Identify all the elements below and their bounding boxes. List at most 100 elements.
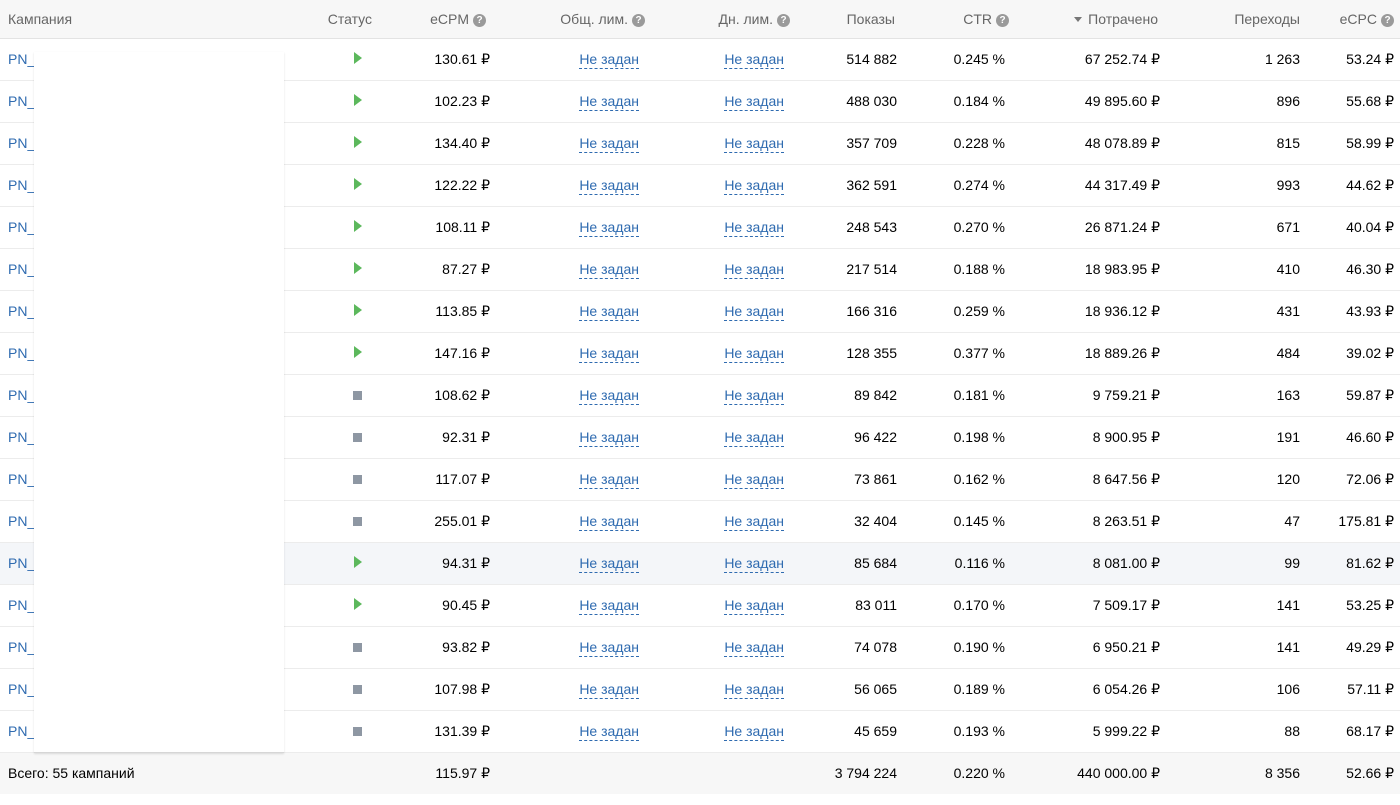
play-icon[interactable]: [354, 178, 362, 190]
stop-icon[interactable]: [353, 517, 362, 526]
daily-limit-link[interactable]: Не задан: [724, 513, 784, 531]
total-limit-link[interactable]: Не задан: [579, 513, 639, 531]
daily-limit-link[interactable]: Не задан: [724, 177, 784, 195]
total-limit-link[interactable]: Не задан: [579, 597, 639, 615]
question-circle-icon[interactable]: ?: [1381, 13, 1394, 27]
total-limit-link[interactable]: Не задан: [579, 135, 639, 153]
campaign-link[interactable]: PN_: [8, 261, 35, 277]
col-header-ecpc[interactable]: eCPC?: [1315, 0, 1400, 38]
ecpc-cell: 72.06 ₽: [1346, 470, 1394, 487]
col-header-ecpm[interactable]: eCPM?: [380, 0, 500, 38]
play-icon[interactable]: [354, 94, 362, 106]
question-circle-icon[interactable]: ?: [777, 13, 790, 27]
campaign-link[interactable]: PN_: [8, 345, 35, 361]
play-icon[interactable]: [354, 220, 362, 232]
col-header-campaign[interactable]: Кампания: [0, 0, 290, 38]
col-header-total-limit[interactable]: Общ. лим.?: [500, 0, 655, 38]
campaign-link[interactable]: PN_: [8, 681, 35, 697]
play-icon[interactable]: [354, 598, 362, 610]
daily-limit-link[interactable]: Не задан: [724, 51, 784, 69]
col-header-impressions[interactable]: Показы: [800, 0, 930, 38]
col-header-spent[interactable]: Потрачено: [1025, 0, 1195, 38]
col-header-ctr[interactable]: CTR?: [930, 0, 1025, 38]
daily-limit-link[interactable]: Не задан: [724, 639, 784, 657]
status-cell: [290, 206, 380, 248]
stop-icon[interactable]: [353, 391, 362, 400]
campaign-link[interactable]: PN_: [8, 471, 35, 487]
campaign-link[interactable]: PN_: [8, 723, 35, 739]
total-clicks: 8 356: [1264, 765, 1300, 782]
daily-limit-link[interactable]: Не задан: [724, 387, 784, 405]
play-icon[interactable]: [354, 556, 362, 568]
question-circle-icon[interactable]: ?: [632, 13, 645, 27]
stop-icon[interactable]: [353, 685, 362, 694]
total-limit-link[interactable]: Не задан: [579, 555, 639, 573]
total-limit-link[interactable]: Не задан: [579, 303, 639, 321]
campaign-link[interactable]: PN_: [8, 597, 35, 613]
daily-limit-link[interactable]: Не задан: [724, 429, 784, 447]
play-icon[interactable]: [354, 136, 362, 148]
total-limit-link[interactable]: Не задан: [579, 681, 639, 699]
stop-icon[interactable]: [353, 433, 362, 442]
total-limit-link[interactable]: Не задан: [579, 345, 639, 363]
play-icon[interactable]: [354, 304, 362, 316]
ecpc-cell: 58.99 ₽: [1346, 134, 1394, 151]
total-ctr: 0.220 %: [953, 765, 1005, 782]
total-limit-cell: Не задан: [500, 626, 655, 668]
campaign-link[interactable]: PN_: [8, 555, 35, 571]
status-cell: [290, 374, 380, 416]
total-limit-cell: Не задан: [500, 584, 655, 626]
campaign-link[interactable]: PN_: [8, 177, 35, 193]
daily-limit-link[interactable]: Не задан: [724, 261, 784, 279]
daily-limit-link[interactable]: Не задан: [724, 135, 784, 153]
ecpm-cell: 107.98 ₽: [434, 680, 490, 697]
col-header-status[interactable]: Статус: [290, 0, 380, 38]
stop-icon[interactable]: [353, 475, 362, 484]
ctr-cell: 0.162 %: [953, 471, 1005, 487]
campaign-link[interactable]: PN_: [8, 387, 35, 403]
daily-limit-link[interactable]: Не задан: [724, 219, 784, 237]
campaign-link[interactable]: PN_: [8, 639, 35, 655]
total-limit-link[interactable]: Не задан: [579, 639, 639, 657]
daily-limit-link[interactable]: Не задан: [724, 681, 784, 699]
col-header-daily-limit[interactable]: Дн. лим.?: [655, 0, 800, 38]
campaign-link[interactable]: PN_: [8, 219, 35, 235]
campaign-link[interactable]: PN_: [8, 93, 35, 109]
total-limit-link[interactable]: Не задан: [579, 429, 639, 447]
stop-icon[interactable]: [353, 643, 362, 652]
daily-limit-link[interactable]: Не задан: [724, 303, 784, 321]
total-limit-link[interactable]: Не задан: [579, 93, 639, 111]
total-limit-link[interactable]: Не задан: [579, 261, 639, 279]
clicks-cell: 47: [1284, 513, 1300, 529]
question-circle-icon[interactable]: ?: [473, 13, 486, 27]
stop-icon[interactable]: [353, 727, 362, 736]
play-icon[interactable]: [354, 346, 362, 358]
campaign-link[interactable]: PN_: [8, 429, 35, 445]
daily-limit-link[interactable]: Не задан: [724, 345, 784, 363]
total-limit-link[interactable]: Не задан: [579, 177, 639, 195]
impressions-cell: 514 882: [846, 51, 897, 67]
ctr-cell: 0.198 %: [953, 429, 1005, 445]
campaign-link[interactable]: PN_: [8, 51, 35, 67]
play-icon[interactable]: [354, 52, 362, 64]
campaign-link[interactable]: PN_: [8, 135, 35, 151]
col-header-clicks[interactable]: Переходы: [1195, 0, 1315, 38]
total-limit-link[interactable]: Не задан: [579, 219, 639, 237]
total-limit-link[interactable]: Не задан: [579, 471, 639, 489]
daily-limit-link[interactable]: Не задан: [724, 93, 784, 111]
daily-limit-link[interactable]: Не задан: [724, 597, 784, 615]
daily-limit-link[interactable]: Не задан: [724, 471, 784, 489]
campaign-link[interactable]: PN_: [8, 303, 35, 319]
total-limit-link[interactable]: Не задан: [579, 387, 639, 405]
daily-limit-link[interactable]: Не задан: [724, 555, 784, 573]
total-limit-link[interactable]: Не задан: [579, 51, 639, 69]
clicks-cell: 163: [1276, 387, 1300, 403]
impressions-cell: 488 030: [846, 93, 897, 109]
total-limit-link[interactable]: Не задан: [579, 723, 639, 741]
campaigns-page: Кампания Статус eCPM? Общ. лим.? Дн. лим…: [0, 0, 1400, 805]
ecpm-cell: 87.27 ₽: [442, 260, 490, 277]
play-icon[interactable]: [354, 262, 362, 274]
question-circle-icon[interactable]: ?: [996, 13, 1009, 27]
daily-limit-link[interactable]: Не задан: [724, 723, 784, 741]
campaign-link[interactable]: PN_: [8, 513, 35, 529]
